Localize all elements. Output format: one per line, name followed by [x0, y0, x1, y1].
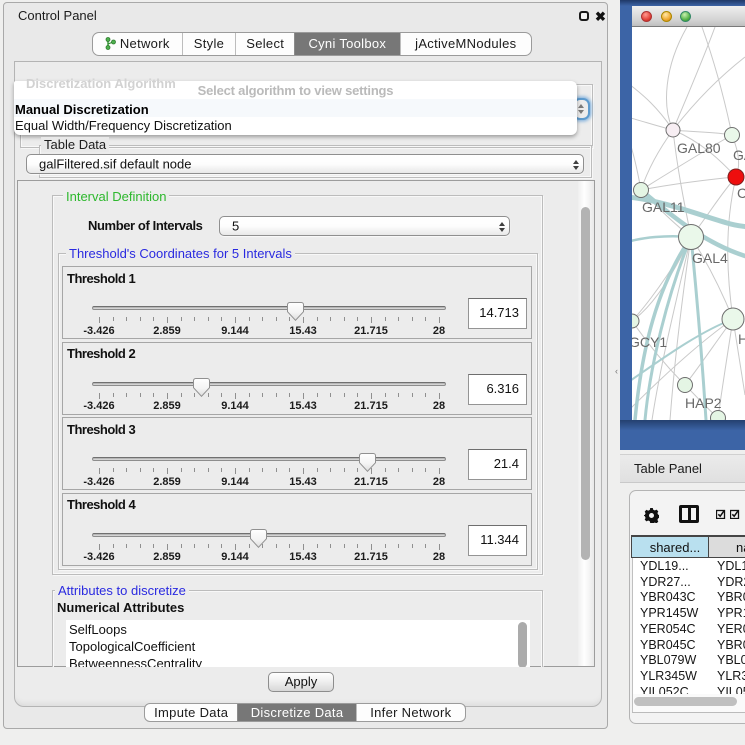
svg-text:HAP2: HAP2 [685, 395, 722, 411]
svg-text:GAL80: GAL80 [677, 140, 721, 156]
svg-text:GAL11: GAL11 [642, 199, 685, 215]
svg-text:C: C [737, 185, 745, 201]
svg-text:GA: GA [733, 147, 745, 163]
svg-text:H: H [738, 331, 745, 347]
svg-text:GCY1: GCY1 [632, 334, 667, 350]
svg-text:GAL4: GAL4 [692, 250, 728, 266]
